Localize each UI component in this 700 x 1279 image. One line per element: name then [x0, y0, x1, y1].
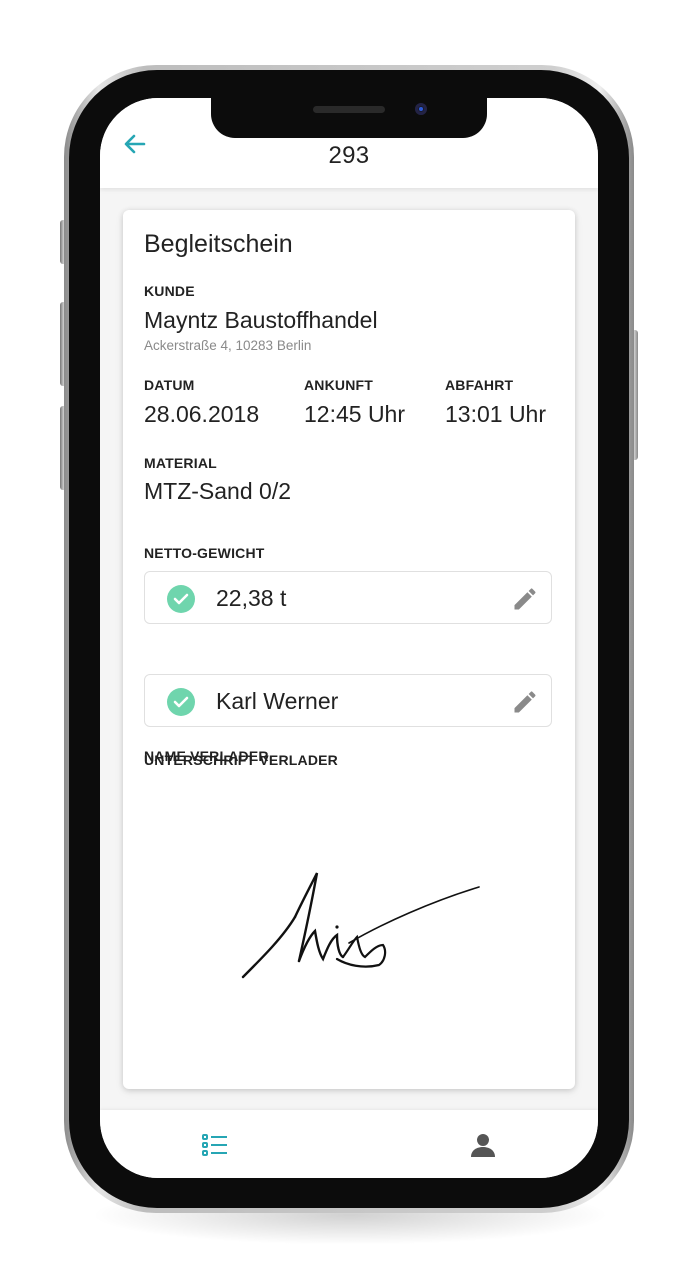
net-weight-field[interactable]: 22,38 t — [144, 571, 552, 624]
signature-drawing — [241, 872, 480, 979]
check-circle-icon — [167, 585, 195, 613]
net-weight-value: 22,38 t — [216, 585, 287, 611]
pencil-icon[interactable] — [511, 585, 539, 613]
departure-value: 13:01 Uhr — [445, 401, 547, 427]
departure-label: ABFAHRT — [445, 377, 514, 393]
nav-list-button[interactable] — [200, 1132, 230, 1158]
nav-profile-button[interactable] — [468, 1132, 498, 1158]
customer-address: Ackerstraße 4, 10283 Berlin — [144, 338, 312, 353]
loader-name-value: Karl Werner — [216, 688, 339, 714]
speaker-grille — [313, 106, 385, 113]
delivery-note-card: Begleitschein KUNDE Mayntz Baustoffhande… — [123, 210, 575, 1089]
card-title: Begleitschein — [144, 230, 293, 258]
date-value: 28.06.2018 — [144, 401, 260, 427]
pencil-icon[interactable] — [511, 688, 539, 716]
material-label: MATERIAL — [144, 455, 217, 471]
signature-label: UNTERSCHRIFT VERLADER — [144, 752, 338, 768]
person-icon — [471, 1134, 495, 1157]
customer-label: KUNDE — [144, 283, 195, 299]
arrival-value: 12:45 Uhr — [304, 401, 406, 427]
check-circle-icon — [167, 688, 195, 716]
phone-notch — [211, 98, 487, 138]
app-screen: 293 Begleitschein KUNDE Mayntz Baustoffh… — [100, 98, 598, 1178]
date-label: DATUM — [144, 377, 195, 393]
loader-name-field[interactable]: Karl Werner — [144, 674, 552, 727]
bottom-navigation — [100, 1110, 598, 1178]
list-icon — [202, 1134, 227, 1156]
net-weight-label: NETTO-GEWICHT — [144, 545, 265, 561]
front-camera — [415, 103, 427, 115]
page-title: 293 — [328, 142, 370, 169]
material-value: MTZ-Sand 0/2 — [144, 478, 291, 504]
customer-name: Mayntz Baustoffhandel — [144, 307, 378, 333]
arrival-label: ANKUNFT — [304, 377, 374, 393]
